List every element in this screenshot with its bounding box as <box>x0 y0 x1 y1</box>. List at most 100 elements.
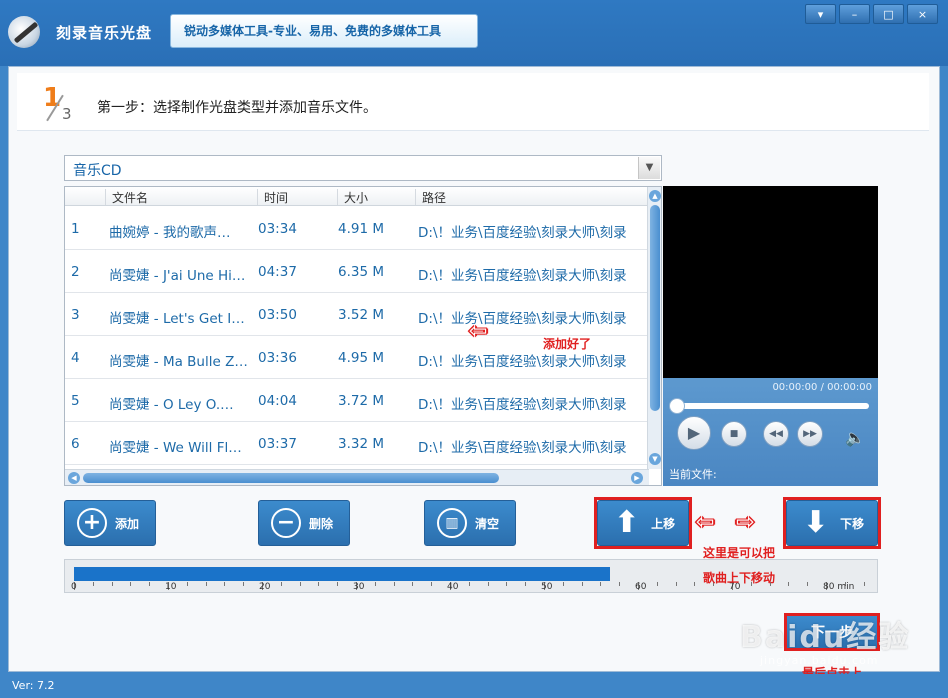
timeline-tick <box>506 582 508 586</box>
timeline-tick <box>807 582 809 586</box>
left-arrow-annotation-icon: ⇦ <box>696 510 715 535</box>
row-size: 4.91 M <box>338 221 384 237</box>
chevron-down-icon[interactable]: ▼ <box>638 157 660 179</box>
stop-icon[interactable]: ■ <box>721 421 747 447</box>
seek-knob[interactable] <box>669 398 685 414</box>
table-row[interactable]: 6 尚雯婕 - We Will Fl… 03:37 3.32 M D:\！业务\百度经验… <box>65 422 647 465</box>
timeline-tick <box>224 582 226 586</box>
header-filename[interactable]: 文件名 <box>105 189 257 205</box>
fast-forward-icon[interactable]: ▶▶ <box>797 421 823 447</box>
timeline-tick <box>788 582 790 586</box>
row-path: D:\！业务\百度经验\刻录大师\刻录 <box>418 268 627 284</box>
row-size: 3.72 M <box>338 393 384 409</box>
timeline-tick <box>562 582 564 586</box>
timeline-tick <box>431 582 433 586</box>
add-button[interactable]: + 添加 <box>64 500 156 546</box>
header-path[interactable]: 路径 <box>415 189 647 205</box>
row-filename: 尚雯婕 - Let's Get I… <box>109 311 245 327</box>
timeline-tick <box>111 582 113 586</box>
menu-button[interactable]: ▾ <box>805 4 836 24</box>
annotation-added: 添加好了 <box>543 337 592 351</box>
slogan-banner[interactable]: 锐动多媒体工具-专业、易用、免费的多媒体工具 <box>170 14 478 48</box>
scroll-right-icon[interactable]: ▶ <box>631 472 643 484</box>
row-path: D:\！业务\百度经验\刻录大师\刻录 <box>418 311 627 327</box>
step-instruction: 第一步：选择制作光盘类型并添加音乐文件。 <box>97 100 377 116</box>
row-time: 04:37 <box>258 264 297 280</box>
volume-icon[interactable]: 🔈 <box>845 428 865 447</box>
row-path: D:\！业务\百度经验\刻录大师\刻录 <box>418 397 627 413</box>
timeline-tick <box>619 582 621 586</box>
timeline-tick <box>149 582 151 586</box>
timeline-tick <box>694 582 696 586</box>
table-row[interactable]: 2 尚雯婕 - J'ai Une Hi… 04:37 6.35 M D:\！业务\百度经… <box>65 250 647 293</box>
row-path: D:\！业务\百度经验\刻录大师\刻录 <box>418 225 627 241</box>
media-player: 00:00:00 / 00:00:00 ▶ ■ ◀◀ ▶▶ 🔈 当前文件: <box>663 378 878 486</box>
horizontal-scroll-thumb[interactable] <box>83 473 499 483</box>
scroll-down-icon[interactable]: ▼ <box>649 453 661 465</box>
rewind-icon[interactable]: ◀◀ <box>763 421 789 447</box>
table-row[interactable]: 5 尚雯婕 - O Ley O.… 04:04 3.72 M D:\！业务\百度经验\刻… <box>65 379 647 422</box>
step-header: 1 3 第一步：选择制作光盘类型并添加音乐文件。 <box>17 73 929 131</box>
horizontal-scrollbar[interactable]: ◀ ▶ <box>65 469 649 485</box>
row-time: 03:36 <box>258 350 297 366</box>
clear-button-label: 清空 <box>475 516 500 531</box>
row-filename: 尚雯婕 - O Ley O.… <box>109 397 234 413</box>
vertical-scroll-thumb[interactable] <box>650 205 660 411</box>
play-icon[interactable]: ▶ <box>677 416 711 450</box>
row-index: 4 <box>71 350 80 366</box>
timeline-tick <box>374 582 376 586</box>
timeline-tick <box>581 582 583 586</box>
row-path: D:\！业务\百度经验\刻录大师\刻录 <box>418 354 627 370</box>
delete-button[interactable]: − 删除 <box>258 500 350 546</box>
seek-bar[interactable] <box>669 398 869 414</box>
minimize-button[interactable]: – <box>839 4 870 24</box>
scroll-left-icon[interactable]: ◀ <box>68 472 80 484</box>
row-index: 1 <box>71 221 80 237</box>
trash-icon: ▥ <box>437 508 467 538</box>
timeline-tick <box>863 582 865 586</box>
app-logo-icon <box>8 16 40 48</box>
video-preview <box>663 186 878 378</box>
header-time[interactable]: 时间 <box>257 189 337 205</box>
minus-icon: − <box>271 508 301 538</box>
disc-type-select[interactable]: 音乐CD ▼ <box>64 155 662 181</box>
timeline-label: 10 <box>165 582 177 592</box>
header-size[interactable]: 大小 <box>337 189 415 205</box>
timeline-label: 80 min <box>823 582 855 592</box>
timeline-label: 20 <box>259 582 271 592</box>
timeline-tick <box>299 582 301 586</box>
table-row[interactable]: 3 尚雯婕 - Let's Get I… 03:50 3.52 M D:\！业务\百度经… <box>65 293 647 336</box>
version-label: Ver: 7.2 <box>12 679 55 692</box>
timeline-label: 30 <box>353 582 365 592</box>
move-down-highlight <box>783 497 881 549</box>
row-index: 5 <box>71 393 80 409</box>
row-size: 4.95 M <box>338 350 384 366</box>
timeline-tick <box>130 582 132 586</box>
timeline-tick <box>675 582 677 586</box>
plus-icon: + <box>77 508 107 538</box>
row-index: 6 <box>71 436 80 452</box>
row-index: 2 <box>71 264 80 280</box>
left-arrow-annotation-icon: ⇦ <box>469 319 488 344</box>
row-size: 6.35 M <box>338 264 384 280</box>
clear-button[interactable]: ▥ 清空 <box>424 500 516 546</box>
timeline-tick <box>412 582 414 586</box>
row-path: D:\！业务\百度经验\刻录大师\刻录 <box>418 440 627 456</box>
timeline-tick <box>487 582 489 586</box>
row-filename: 尚雯婕 - J'ai Une Hi… <box>109 268 246 284</box>
table-header: 文件名 时间 大小 路径 <box>65 187 647 206</box>
table-row[interactable]: 1 曲婉婷 - 我的歌声… 03:34 4.91 M D:\！业务\百度经验\刻录大师\… <box>65 207 647 250</box>
maximize-button[interactable]: □ <box>873 4 904 24</box>
timeline-tick <box>318 582 320 586</box>
vertical-scrollbar[interactable]: ▲ ▼ <box>647 187 661 469</box>
scroll-up-icon[interactable]: ▲ <box>649 190 661 202</box>
title-bar: 刻录音乐光盘 锐动多媒体工具-专业、易用、免费的多媒体工具 ▾ – □ × <box>0 0 948 66</box>
row-filename: 尚雯婕 - Ma Bulle Z… <box>109 354 248 370</box>
row-index: 3 <box>71 307 80 323</box>
row-filename: 尚雯婕 - We Will Fl… <box>109 440 242 456</box>
timeline-tick <box>280 582 282 586</box>
close-button[interactable]: × <box>907 4 938 24</box>
right-arrow-annotation-icon: ⇨ <box>736 510 755 535</box>
main-panel: 1 3 第一步：选择制作光盘类型并添加音乐文件。 音乐CD ▼ 文件名 时间 大… <box>8 66 940 672</box>
app-title: 刻录音乐光盘 <box>56 24 153 42</box>
